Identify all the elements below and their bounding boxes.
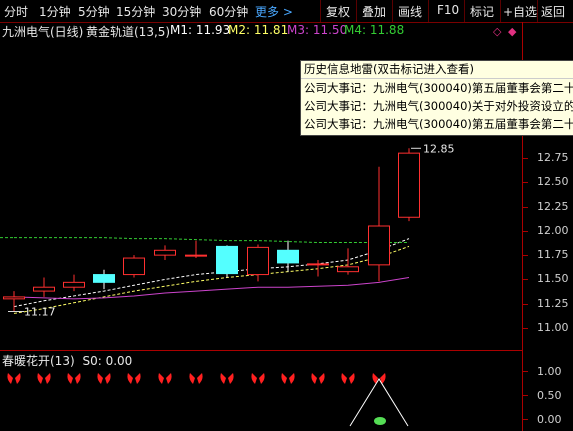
- indicator-axis-label: 0.50: [537, 389, 562, 402]
- series-line-m4: [14, 237, 409, 244]
- diamond-icon[interactable]: ◆: [508, 25, 516, 38]
- diamond-icon[interactable]: ◇: [493, 25, 501, 38]
- price-axis-label: 11.00: [537, 321, 569, 334]
- high-price-label: 12.85: [423, 142, 455, 155]
- price-axis-label: 11.75: [537, 248, 569, 262]
- indicator-axis-label: 1.00: [537, 365, 562, 378]
- popup-title[interactable]: 历史信息地雷(双击标记进入查看): [301, 61, 573, 79]
- toolbar-divider: [537, 0, 538, 22]
- series-line-m2: [13, 245, 410, 314]
- top-toolbar: 分时 1分钟 5分钟 15分钟 30分钟 60分钟 更多 > 复权 叠加 画线 …: [0, 0, 573, 23]
- axis-tick: [523, 328, 528, 329]
- candle-body: [185, 254, 207, 257]
- overlay-button[interactable]: 叠加: [362, 3, 386, 20]
- m2-value: M2: 11.81: [228, 23, 289, 37]
- m1-value: M1: 11.93: [170, 23, 231, 37]
- candle-body: [216, 245, 238, 275]
- low-price-label: 11.17: [24, 305, 56, 318]
- chart-title-bar: 九洲电气(日线) 黄金轨道(13,5) M1: 11.93 M2: 11.81 …: [0, 22, 520, 39]
- popup-item-event[interactable]: 公司大事记：九洲电气(300040)第五届董事会第二十: [301, 115, 573, 133]
- indicator-name[interactable]: 黄金轨道(13,5): [86, 23, 170, 40]
- candle-body: [277, 249, 299, 264]
- price-axis-label: 12.50: [537, 175, 569, 189]
- tab-timeframe-60min[interactable]: 60分钟: [209, 3, 248, 20]
- candle-body: [307, 263, 329, 266]
- flower-icon: [251, 373, 265, 384]
- popup-item-event[interactable]: 公司大事记：九洲电气(300040)第五届董事会第二十: [301, 79, 573, 97]
- flower-icon: [311, 373, 325, 384]
- price-axis-label: 12.00: [537, 223, 569, 237]
- axis-tick: [523, 279, 528, 281]
- toolbar-divider: [320, 0, 321, 22]
- candle-body: [3, 296, 25, 300]
- axis-tick: [523, 255, 528, 257]
- indicator-chart[interactable]: [0, 351, 522, 431]
- axis-tick: [523, 182, 528, 184]
- flower-icon: [97, 373, 111, 384]
- candle-body: [123, 257, 145, 276]
- stock-title[interactable]: 九洲电气(日线): [2, 23, 83, 40]
- flower-icon: [37, 373, 51, 384]
- axis-tick: [523, 395, 528, 396]
- toolbar-divider: [356, 0, 357, 22]
- tab-timeframe-fenshi[interactable]: 分时: [4, 3, 28, 20]
- candle-body: [247, 246, 269, 276]
- mark-button[interactable]: 标记: [470, 3, 494, 20]
- indicator-axis-label: 0.00: [537, 413, 562, 426]
- flower-icon: [158, 373, 172, 384]
- flower-icon: [127, 373, 141, 384]
- axis-tick: [523, 230, 528, 232]
- toolbar-divider: [392, 0, 393, 22]
- flower-icon: [341, 373, 355, 384]
- candle-body: [368, 225, 390, 266]
- candle-body: [398, 152, 420, 218]
- f10-button[interactable]: F10: [437, 3, 459, 17]
- flower-icon: [67, 373, 81, 384]
- add-watchlist-button[interactable]: +自选: [503, 3, 537, 20]
- candle-body: [154, 249, 176, 256]
- axis-tick: [523, 419, 528, 420]
- draw-line-button[interactable]: 画线: [398, 3, 422, 20]
- flower-icon: [7, 373, 21, 384]
- tab-timeframe-1min[interactable]: 1分钟: [39, 3, 71, 20]
- more-timeframes-link[interactable]: 更多 >: [255, 3, 293, 20]
- m3-value: M3: 11.50: [287, 23, 348, 37]
- toolbar-divider: [500, 0, 501, 22]
- series-line-m1: [13, 238, 410, 308]
- flower-icon: [189, 373, 203, 384]
- price-axis-label: 12.25: [537, 199, 569, 213]
- axis-tick: [523, 206, 528, 208]
- flower-icon: [220, 373, 234, 384]
- toolbar-divider: [464, 0, 465, 22]
- back-button[interactable]: 返回: [541, 3, 565, 20]
- flower-icon: [281, 373, 295, 384]
- candle-body: [63, 281, 85, 288]
- candle-body: [33, 286, 55, 292]
- popup-item-event[interactable]: 公司大事记：九洲电气(300040)关于对外投资设立的: [301, 97, 573, 115]
- price-axis-label: 11.50: [537, 272, 569, 286]
- m4-value: M4: 11.88: [344, 23, 405, 37]
- axis-tick: [523, 303, 528, 305]
- tab-timeframe-5min[interactable]: 5分钟: [78, 3, 110, 20]
- axis-tick: [523, 158, 528, 159]
- candle-body: [337, 266, 359, 273]
- toolbar-divider: [428, 0, 429, 22]
- fuquan-button[interactable]: 复权: [326, 3, 350, 20]
- price-axis-label: 12.75: [537, 151, 569, 164]
- info-mine-popup: 历史信息地雷(双击标记进入查看) 公司大事记：九洲电气(300040)第五届董事…: [300, 60, 573, 136]
- axis-tick: [523, 371, 528, 372]
- tab-timeframe-15min[interactable]: 15分钟: [116, 3, 155, 20]
- tab-timeframe-30min[interactable]: 30分钟: [162, 3, 201, 20]
- price-axis-label: 11.25: [537, 296, 569, 310]
- candle-body: [93, 274, 115, 283]
- green-dot-icon: [374, 417, 386, 425]
